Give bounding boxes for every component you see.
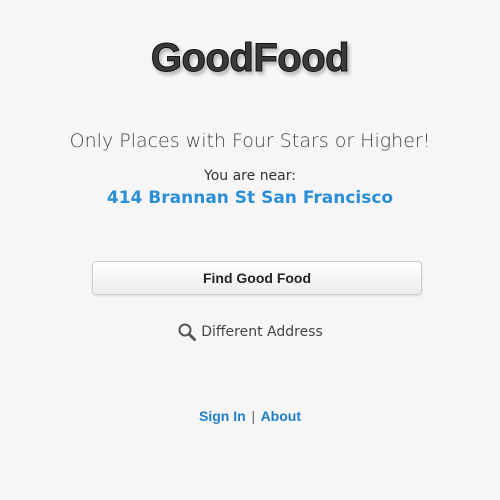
search-icon (177, 322, 197, 342)
different-address-label: Different Address (201, 324, 323, 340)
footer-links: Sign In | About (0, 408, 500, 424)
app-logo: GoodFood (150, 36, 350, 81)
sign-in-link[interactable]: Sign In (199, 408, 246, 424)
find-good-food-button[interactable]: Find Good Food (92, 261, 422, 295)
about-link[interactable]: About (261, 408, 301, 424)
footer-separator: | (251, 408, 256, 424)
near-label: You are near: (204, 168, 296, 184)
tagline: Only Places with Four Stars or Higher! (69, 130, 431, 152)
different-address-link[interactable]: Different Address (0, 322, 500, 342)
current-address-link[interactable]: 414 Brannan St San Francisco (0, 188, 500, 208)
